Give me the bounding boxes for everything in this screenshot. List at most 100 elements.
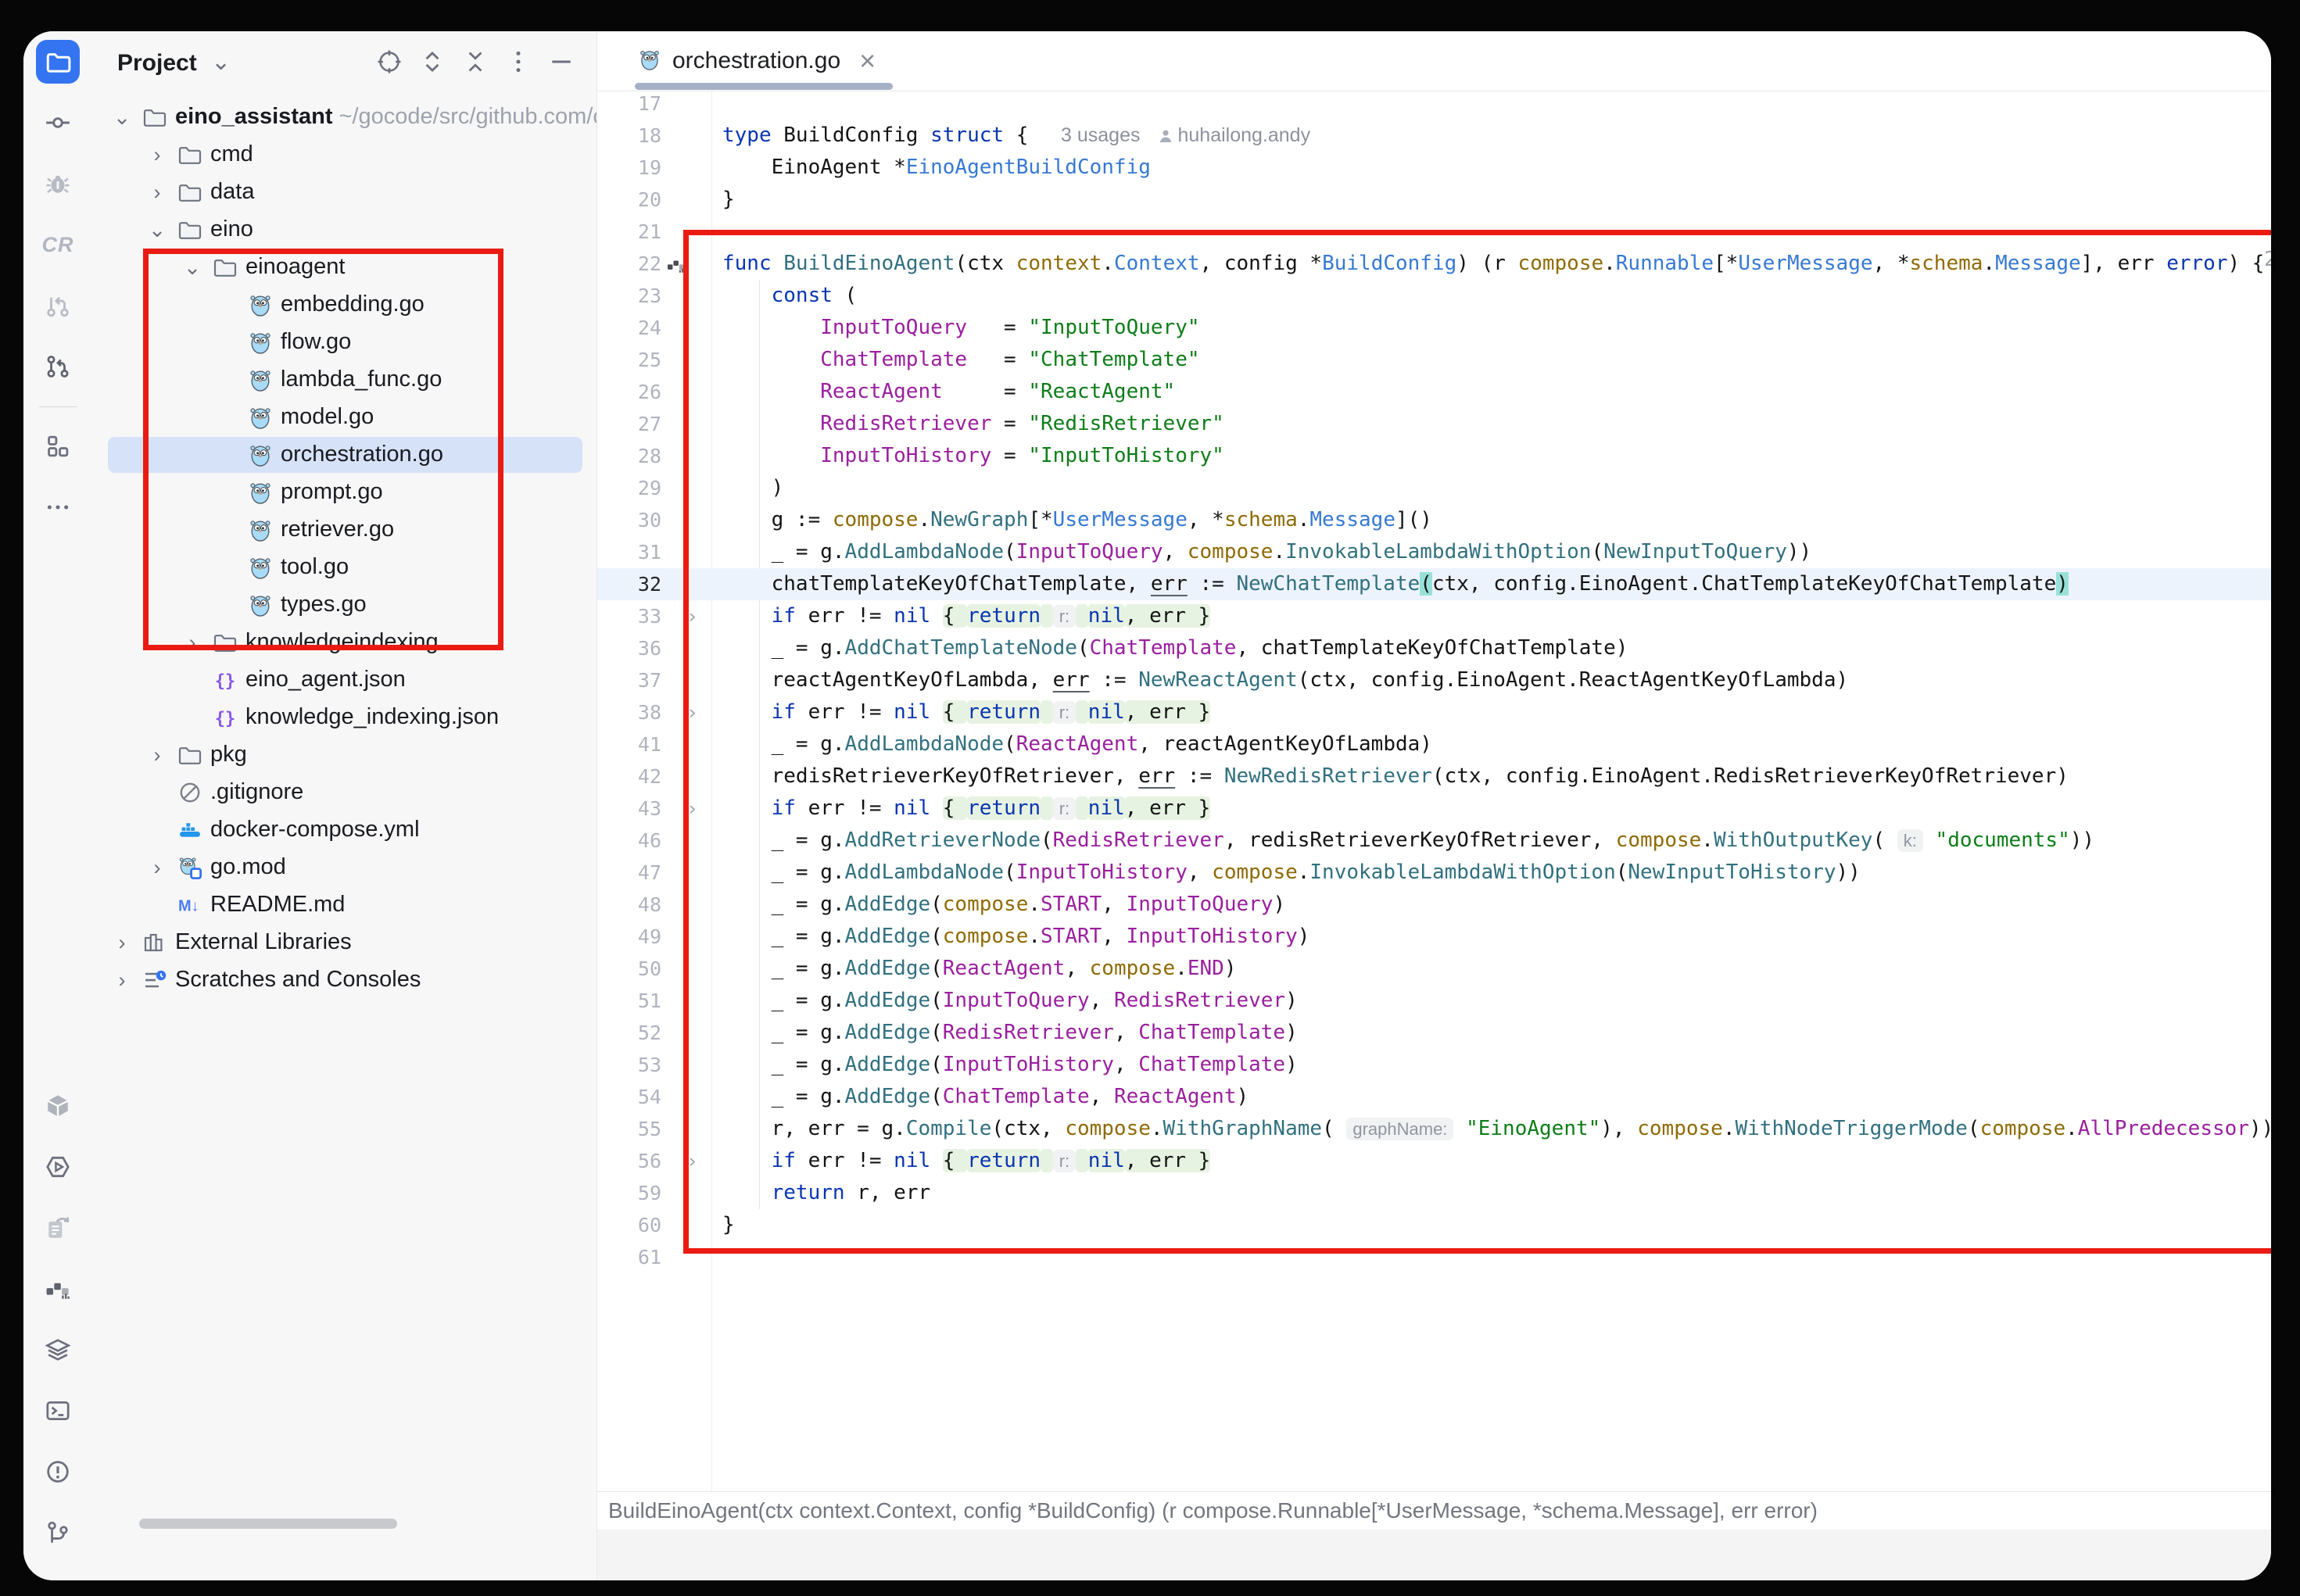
tree-item-eino-agent-json[interactable]: {}eino_agent.json xyxy=(92,661,596,699)
chevron-down-icon[interactable]: ⌄ xyxy=(111,106,133,130)
line-number: 26 xyxy=(597,376,661,408)
hide-panel-icon[interactable] xyxy=(548,48,575,75)
code-vision-usages[interactable]: 3 usages xyxy=(1061,124,1140,146)
close-icon[interactable]: × xyxy=(859,45,876,77)
vcs-graph-icon[interactable] xyxy=(23,339,92,394)
line-number: 31 xyxy=(597,536,661,568)
tree-item-external-libraries[interactable]: › External Libraries xyxy=(92,924,596,961)
line-number: 59 xyxy=(597,1177,661,1209)
code-line-18[interactable]: 18type BuildConfig struct { 3 usageshuha… xyxy=(597,120,2271,152)
code-review-icon[interactable]: CR xyxy=(23,217,92,272)
line-number: 52 xyxy=(597,1017,661,1049)
code-vision-author[interactable]: huhailong.andy xyxy=(1177,124,1310,146)
more-options-icon[interactable] xyxy=(505,48,532,75)
tree-item-label: .gitignore xyxy=(210,779,303,805)
tree-item-eino[interactable]: ⌄ eino xyxy=(92,211,596,249)
line-number: 43 xyxy=(597,793,661,825)
project-folder-icon[interactable] xyxy=(23,34,92,89)
pull-requests-icon[interactable] xyxy=(23,278,92,333)
annotation-box-buildeinoagent-function xyxy=(683,230,2271,1254)
profiler-icon[interactable] xyxy=(23,1261,92,1316)
active-tab-indicator xyxy=(635,83,893,90)
tree-item-label: go.mod xyxy=(210,854,286,880)
chevron-right-icon[interactable]: › xyxy=(146,856,168,880)
function-signature-hint: BuildEinoAgent(ctx context.Context, conf… xyxy=(597,1491,2271,1530)
svg-text:M↓: M↓ xyxy=(178,898,199,915)
line-number: 50 xyxy=(597,953,661,985)
screenshot-background: CR Project ⌄ ⌄eino_assistant ~/gocode/sr… xyxy=(0,0,2300,1596)
tree-item-readme-md[interactable]: M↓README.md xyxy=(92,886,596,924)
line-number: 36 xyxy=(597,632,661,664)
tree-item-label: cmd xyxy=(210,141,253,167)
chevron-down-icon[interactable]: ⌄ xyxy=(211,48,231,76)
collapse-all-icon[interactable] xyxy=(462,48,489,75)
commit-icon[interactable] xyxy=(23,95,92,150)
more-icon[interactable] xyxy=(23,480,92,535)
line-number: 47 xyxy=(597,857,661,889)
line-number: 28 xyxy=(597,440,661,472)
annotation-box-einoagent-folder xyxy=(143,249,503,650)
package-cube-icon[interactable] xyxy=(23,1079,92,1133)
project-tool-window-title[interactable]: Project xyxy=(117,50,197,77)
tree-item-cmd[interactable]: › cmd xyxy=(92,136,596,174)
line-number: 25 xyxy=(597,344,661,376)
structure-icon[interactable] xyxy=(23,419,92,474)
line-number: 27 xyxy=(597,408,661,440)
line-number: 53 xyxy=(597,1049,661,1081)
services-icon[interactable] xyxy=(23,1322,92,1377)
author-icon: huhailong.andy xyxy=(1140,124,1310,146)
token: EinoAgentBuildConfig xyxy=(906,156,1151,179)
tree-item--gitignore[interactable]: .gitignore xyxy=(92,774,596,811)
tree-item-eino-assistant[interactable]: ⌄eino_assistant ~/gocode/src/github.com/… xyxy=(92,98,596,136)
expand-all-icon[interactable] xyxy=(419,48,446,75)
tree-item-label: External Libraries xyxy=(175,929,352,955)
documentation-icon[interactable] xyxy=(23,1201,92,1255)
tree-item-go-mod[interactable]: › go.mod xyxy=(92,849,596,886)
scratch-icon xyxy=(142,968,167,993)
line-number: 21 xyxy=(597,216,661,248)
tab-label: orchestration.go xyxy=(672,48,840,74)
tree-item-knowledge-indexing-json[interactable]: {} knowledge_indexing.json xyxy=(92,699,596,736)
line-number: 46 xyxy=(597,825,661,857)
chevron-right-icon[interactable]: › xyxy=(111,968,133,993)
git-branch-icon[interactable] xyxy=(23,1505,92,1560)
tree-item-label: docker-compose.yml xyxy=(210,817,420,843)
tree-item-pkg[interactable]: › pkg xyxy=(92,736,596,774)
code-line-19[interactable]: 19 EinoAgent *EinoAgentBuildConfig xyxy=(597,152,2271,184)
debug-icon[interactable] xyxy=(23,156,92,211)
folder-icon xyxy=(177,180,202,205)
tree-item-label: pkg xyxy=(210,742,247,768)
horizontal-scrollbar[interactable] xyxy=(139,1519,397,1529)
project-panel-header: Project ⌄ xyxy=(92,31,596,94)
chevron-right-icon[interactable]: › xyxy=(146,181,168,205)
tree-item-label: eino xyxy=(210,216,253,242)
line-number: 22 xyxy=(597,248,661,280)
line-number: 32 xyxy=(597,568,661,600)
tree-item-docker-compose-yml[interactable]: docker-compose.yml xyxy=(92,811,596,849)
terminal-icon[interactable] xyxy=(23,1383,92,1438)
token: BuildConfig xyxy=(772,123,931,147)
tree-item-label: knowledge_indexing.json xyxy=(245,704,499,730)
run-configurations-icon[interactable] xyxy=(23,1140,92,1194)
tree-item-data[interactable]: ›data xyxy=(92,174,596,211)
code-line-20[interactable]: 20} xyxy=(597,184,2271,216)
tree-item-label: Scratches and Consoles xyxy=(175,967,421,993)
chevron-right-icon[interactable]: › xyxy=(146,743,168,768)
problems-icon[interactable] xyxy=(23,1444,92,1499)
go-gopher-icon xyxy=(638,48,661,75)
line-number: 38 xyxy=(597,696,661,728)
toolbar-divider xyxy=(39,406,77,407)
line-number: 20 xyxy=(597,184,661,216)
code-line-17[interactable]: 17 xyxy=(597,88,2271,120)
tree-item-scratches-and-consoles[interactable]: › Scratches and Consoles xyxy=(92,961,596,999)
ide-window: CR Project ⌄ ⌄eino_assistant ~/gocode/sr… xyxy=(23,31,2271,1580)
chevron-right-icon[interactable]: › xyxy=(111,931,133,955)
token: } xyxy=(722,188,735,211)
locate-target-icon[interactable] xyxy=(376,48,403,75)
token: struct xyxy=(930,123,1004,147)
line-number: 55 xyxy=(597,1113,661,1145)
chevron-down-icon[interactable]: ⌄ xyxy=(146,218,168,242)
chevron-right-icon[interactable]: › xyxy=(146,143,168,167)
tab-orchestration-go[interactable]: orchestration.go × xyxy=(632,31,882,91)
json-icon: {} xyxy=(213,705,238,730)
